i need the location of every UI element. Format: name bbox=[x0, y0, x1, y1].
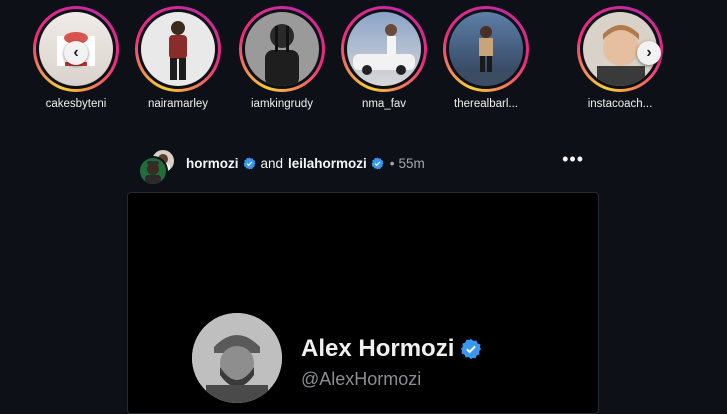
story-ring bbox=[341, 6, 427, 92]
story-ring bbox=[135, 6, 221, 92]
and-text: and bbox=[260, 156, 284, 171]
card-name-text: Alex Hormozi bbox=[301, 335, 455, 362]
story-avatar bbox=[245, 12, 319, 86]
story-item[interactable]: nma_fav bbox=[338, 6, 430, 110]
story-username: nairamarley bbox=[147, 98, 209, 110]
post-authors: hormozi and leilahormozi • 55m bbox=[186, 156, 425, 171]
post-timestamp[interactable]: 55m bbox=[399, 156, 425, 171]
story-avatar bbox=[347, 12, 421, 86]
post-media[interactable]: Alex Hormozi @AlexHormozi bbox=[127, 192, 599, 414]
post-header: hormozi and leilahormozi • 55m ••• bbox=[138, 148, 598, 186]
story-username: cakesbyteni bbox=[45, 98, 107, 110]
avatar bbox=[138, 156, 168, 186]
card-display-name: Alex Hormozi bbox=[301, 335, 482, 363]
story-avatar bbox=[141, 12, 215, 86]
story-item[interactable]: nairamarley bbox=[132, 6, 224, 110]
verified-badge-icon bbox=[371, 157, 384, 170]
story-ring bbox=[239, 6, 325, 92]
story-avatar bbox=[449, 12, 523, 86]
verified-badge-icon bbox=[460, 338, 482, 360]
verified-badge-icon bbox=[243, 157, 256, 170]
stories-tray: cakesbyteni nairamarley iamkingrudy nma_… bbox=[0, 0, 727, 120]
author-username[interactable]: leilahormozi bbox=[288, 156, 367, 171]
separator-dot: • bbox=[389, 156, 395, 171]
more-options-icon[interactable]: ••• bbox=[562, 150, 584, 168]
story-username: iamkingrudy bbox=[251, 98, 313, 110]
card-handle: @AlexHormozi bbox=[301, 369, 422, 389]
chevron-left-icon[interactable]: ‹ bbox=[64, 41, 88, 65]
collab-avatars[interactable] bbox=[138, 148, 178, 186]
story-ring bbox=[443, 6, 529, 92]
story-username: nma_fav bbox=[361, 98, 407, 110]
story-username: therealbarl... bbox=[454, 98, 518, 110]
story-item[interactable]: therealbarl... bbox=[440, 6, 532, 110]
chevron-right-icon[interactable]: › bbox=[637, 41, 661, 65]
story-username: instacoach... bbox=[587, 98, 653, 110]
story-item[interactable]: iamkingrudy bbox=[236, 6, 328, 110]
author-username[interactable]: hormozi bbox=[186, 156, 239, 171]
card-avatar bbox=[192, 313, 282, 403]
